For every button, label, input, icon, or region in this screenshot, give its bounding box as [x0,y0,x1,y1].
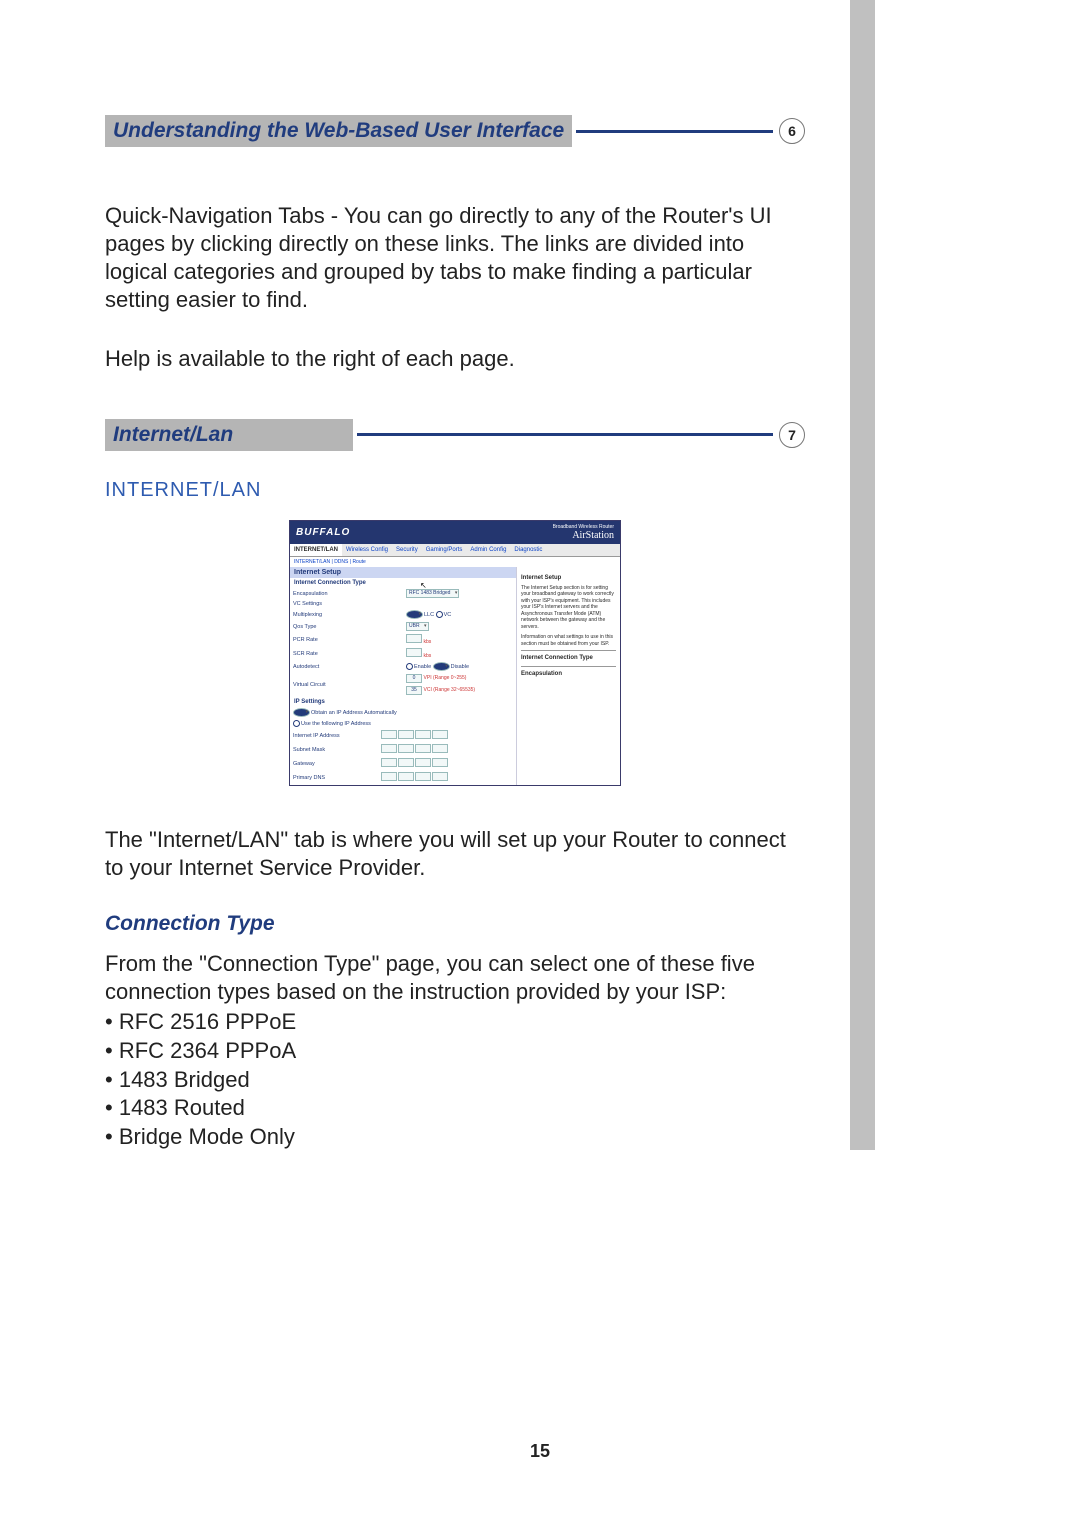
scr-input[interactable] [406,648,422,657]
list-item: Bridge Mode Only [105,1123,805,1152]
tab-wireless[interactable]: Wireless Config [342,544,392,556]
ip-octet-input[interactable] [381,744,397,753]
help-heading: Encapsulation [521,671,616,679]
help-text: Information on what settings to use in t… [521,634,616,647]
paragraph-help: Help is available to the right of each p… [105,345,805,373]
heading-title: Understanding the Web-Based User Interfa… [105,115,572,147]
subsection-title: INTERNET/LAN [105,479,805,502]
radio-label: Disable [451,664,469,670]
row-label: Virtual Circuit [290,673,403,697]
mouse-cursor-icon: ↖ [420,581,427,590]
unit-label: kbs [424,653,432,659]
panel-title: Internet Setup [290,567,516,578]
encapsulation-select[interactable]: RFC 1483 Bridged [406,589,459,598]
row-label: PCR Rate [290,633,403,647]
ip-octet-input[interactable] [432,772,448,781]
radio-llc[interactable] [406,610,423,619]
ip-octet-input[interactable] [432,758,448,767]
row-label: Primary DNS [290,771,378,785]
ip-octet-input[interactable] [415,744,431,753]
list-item: 1483 Bridged [105,1066,805,1095]
ip-settings-title: IP Settings [290,697,516,707]
heading-rule [357,433,773,436]
tab-diagnostic[interactable]: Diagnostic [510,544,546,556]
vpi-input[interactable]: 0 [406,674,422,683]
paragraph-internetlan: The "Internet/LAN" tab is where you will… [105,826,805,882]
ip-octet-input[interactable] [398,730,414,739]
row-label: Gateway [290,757,378,771]
radio-label: Enable [414,664,431,670]
ip-octet-input[interactable] [381,730,397,739]
heading-rule [576,130,773,133]
row-label: VC Settings [290,600,403,609]
range-label: VPI (Range 0~255) [424,675,467,681]
panel-subtitle: Internet Connection Type [290,578,516,588]
ip-octet-input[interactable] [381,758,397,767]
connection-type-list: RFC 2516 PPPoE RFC 2364 PPPoA 1483 Bridg… [105,1008,805,1151]
ip-octet-input[interactable] [398,772,414,781]
product-name: AirStation [572,530,614,541]
ip-octet-input[interactable] [415,730,431,739]
ip-octet-input[interactable] [415,758,431,767]
range-label: VCI (Range 32~65535) [424,687,476,693]
ip-octet-input[interactable] [432,744,448,753]
list-item: RFC 2516 PPPoE [105,1008,805,1037]
brand-logo: BUFFALO [296,527,350,538]
nav-tabs: INTERNET/LAN Wireless Config Security Ga… [290,544,620,557]
section-heading-6: Understanding the Web-Based User Interfa… [105,115,805,147]
ip-octet-input[interactable] [415,772,431,781]
radio-ip-manual[interactable] [293,720,300,727]
tab-admin[interactable]: Admin Config [466,544,510,556]
row-label: Subnet Mask [290,743,378,757]
help-text: The Internet Setup section is for settin… [521,585,616,631]
row-label: Internet IP Address [290,729,378,743]
paragraph-conntype: From the "Connection Type" page, you can… [105,950,805,1006]
ip-octet-input[interactable] [398,744,414,753]
help-heading: Internet Connection Type [521,655,616,663]
radio-enable[interactable] [406,663,413,670]
radio-ip-auto[interactable] [293,708,310,717]
radio-vc[interactable] [436,611,443,618]
heading-number: 6 [779,118,805,144]
list-item: RFC 2364 PPPoA [105,1037,805,1066]
pcr-input[interactable] [406,634,422,643]
vci-input[interactable]: 35 [406,686,422,695]
row-label: Multiplexing [290,609,403,621]
tab-gaming[interactable]: Gaming/Ports [422,544,467,556]
paragraph-quicknav: Quick-Navigation Tabs - You can go direc… [105,202,805,315]
router-ui-screenshot: BUFFALO Broadband Wireless Router AirSta… [289,520,621,786]
connection-type-title: Connection Type [105,912,805,936]
section-heading-7: Internet/Lan 7 [105,419,805,451]
ip-octet-input[interactable] [398,758,414,767]
radio-label: VC [444,612,452,618]
tab-internet-lan[interactable]: INTERNET/LAN [290,544,342,556]
tab-security[interactable]: Security [392,544,422,556]
row-label: Encapsulation [290,588,403,600]
help-heading: Internet Setup [521,575,616,583]
radio-label: LLC [424,612,434,618]
row-label: Autodetect [290,661,403,673]
unit-label: kbs [424,639,432,645]
heading-title: Internet/Lan [105,419,353,451]
list-item: 1483 Routed [105,1094,805,1123]
ip-octet-input[interactable] [432,730,448,739]
radio-disable[interactable] [433,662,450,671]
page-number: 15 [0,1441,1080,1462]
row-label: SCR Rate [290,647,403,661]
ip-octet-input[interactable] [381,772,397,781]
settings-table: Encapsulation RFC 1483 Bridged ↖ VC Sett… [290,588,516,697]
help-panel: Internet Setup The Internet Setup sectio… [516,567,620,785]
radio-label: Obtain an IP Address Automatically [311,710,397,716]
heading-number: 7 [779,422,805,448]
side-index-tab [850,0,875,1150]
row-label: Qos Type [290,621,403,633]
radio-label: Use the following IP Address [301,721,371,727]
breadcrumb: INTERNET/LAN | DDNS | Route [290,557,620,567]
qos-select[interactable]: UBR [406,622,429,631]
